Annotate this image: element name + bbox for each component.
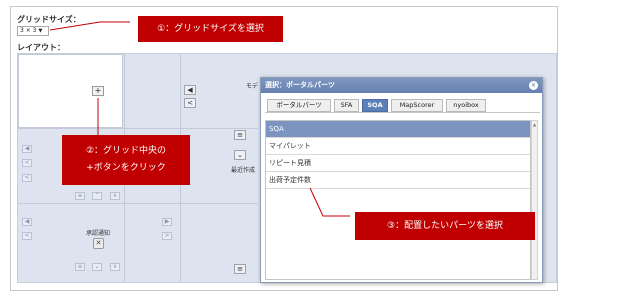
annotation-step2-line2: +ボタンをクリック bbox=[86, 163, 166, 173]
annotation-step2: ②：グリッド中央の +ボタンをクリック bbox=[62, 135, 190, 185]
annotation-step3: ③：配置したいパーツを選択 bbox=[355, 212, 535, 240]
annotation-step2-line1: ②：グリッド中央の bbox=[85, 146, 167, 156]
annotation-step1: ①：グリッドサイズを選択 bbox=[138, 16, 283, 42]
